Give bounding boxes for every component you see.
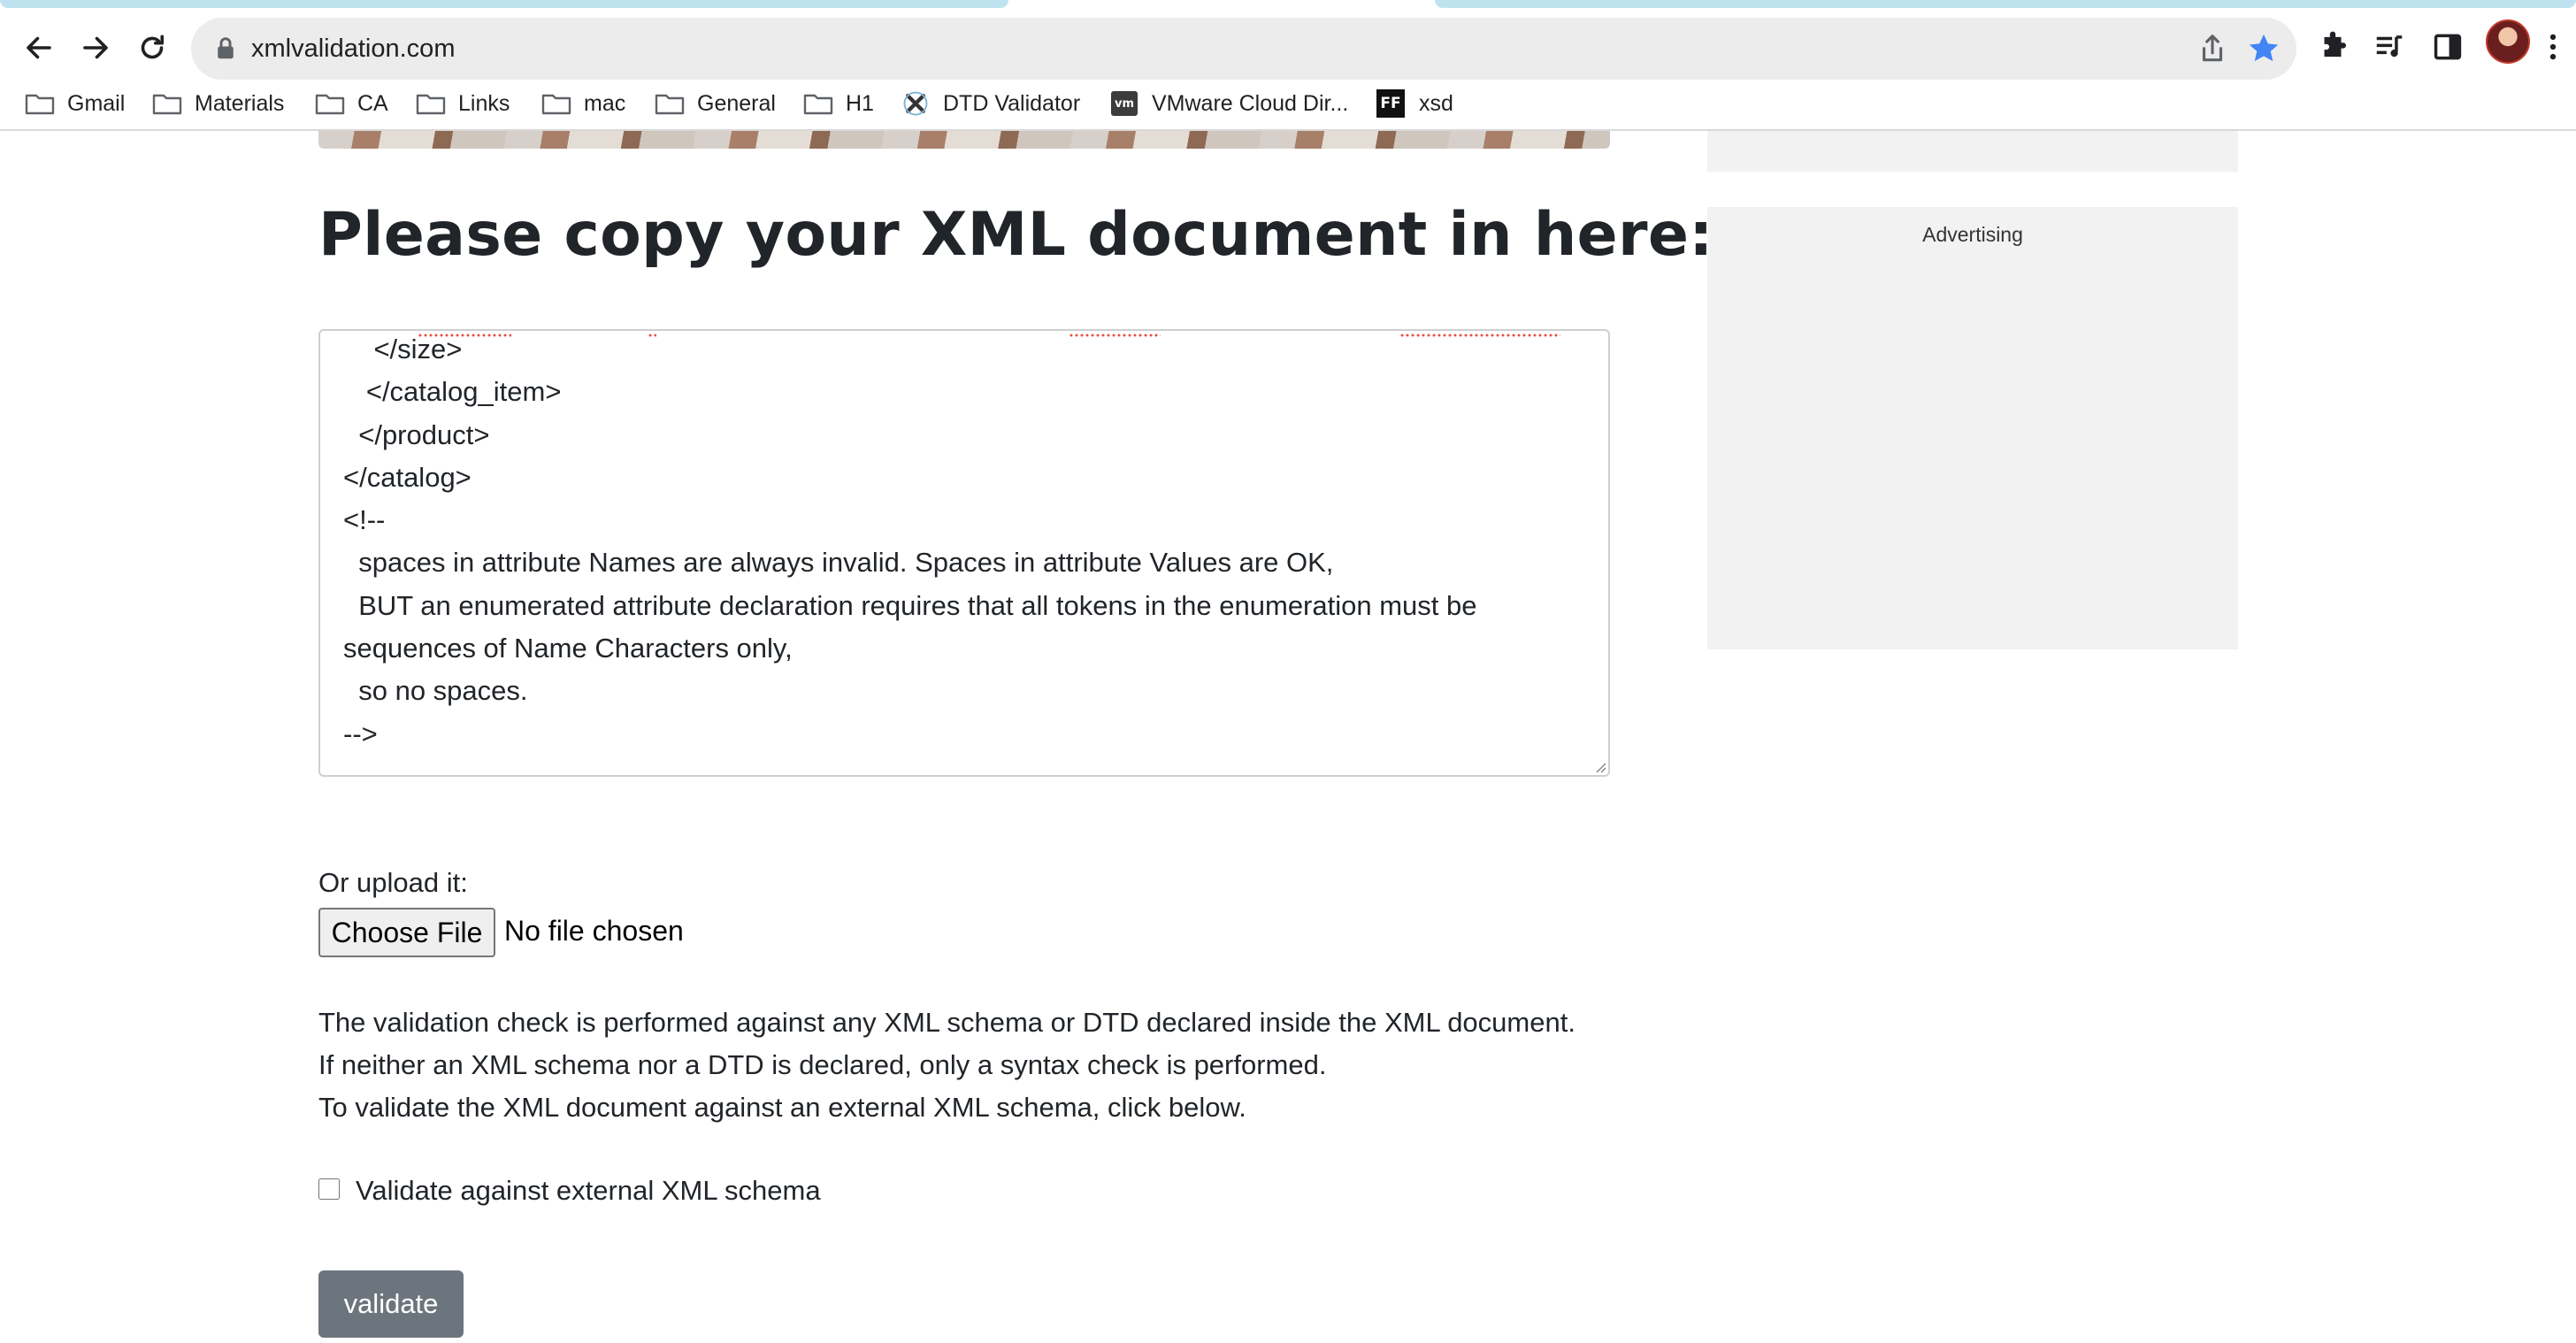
side-panel-icon xyxy=(2434,34,2462,60)
bookmarks-bar: Gmail Materials CA Links mac General H1 xyxy=(0,80,2576,129)
folder-icon xyxy=(655,94,685,115)
bookmark-label: Links xyxy=(458,90,510,116)
address-bar[interactable]: xmlvalidation.com xyxy=(191,18,2296,80)
xml-line: </catalog> xyxy=(343,461,472,493)
bookmark-h1[interactable]: H1 xyxy=(803,83,874,124)
extensions-button[interactable] xyxy=(2307,21,2358,73)
xml-line: spaces in attribute Names are always inv… xyxy=(343,547,1334,579)
browser-chrome: xmlvalidation.com Gmail Materials CA Lin… xyxy=(0,0,2576,131)
dtd-validator-favicon-icon xyxy=(903,91,928,116)
lock-icon xyxy=(218,37,234,59)
vmware-favicon-icon: vm xyxy=(1111,91,1138,116)
reload-button[interactable] xyxy=(124,19,180,76)
kebab-menu-icon xyxy=(2549,34,2557,60)
folder-icon xyxy=(416,94,446,115)
resize-handle-icon[interactable] xyxy=(1592,759,1606,773)
bookmark-ca[interactable]: CA xyxy=(315,83,388,124)
media-control-button[interactable] xyxy=(2364,21,2415,73)
sidebar-box xyxy=(1707,131,2238,172)
folder-icon xyxy=(152,94,182,115)
xml-line: --> xyxy=(343,718,378,749)
file-status-text: No file chosen xyxy=(504,915,684,947)
info-line: The validation check is performed agains… xyxy=(318,1007,1576,1038)
external-schema-checkbox[interactable] xyxy=(318,1178,340,1200)
folder-icon xyxy=(803,94,833,115)
bookmark-xsd[interactable]: FF xsd xyxy=(1376,83,1453,124)
header-banner-image xyxy=(318,131,1610,149)
profile-avatar[interactable] xyxy=(2486,19,2530,64)
xml-line: so no spaces. xyxy=(343,675,528,707)
bookmark-mac[interactable]: mac xyxy=(541,83,625,124)
info-line: If neither an XML schema nor a DTD is de… xyxy=(318,1049,1327,1080)
bookmark-label: xsd xyxy=(1419,90,1453,116)
xml-input-textarea[interactable]: </size> </catalog_item> </product> </cata… xyxy=(318,329,1610,777)
bookmark-label: Materials xyxy=(195,90,285,116)
bookmark-links[interactable]: Links xyxy=(416,83,510,124)
bookmark-dtd-validator[interactable]: DTD Validator xyxy=(902,83,1080,124)
ff-favicon-icon: FF xyxy=(1376,89,1405,118)
share-icon[interactable] xyxy=(2196,32,2229,65)
puzzle-icon xyxy=(2324,31,2347,58)
bookmark-label: General xyxy=(697,90,776,116)
bookmark-label: H1 xyxy=(846,90,874,116)
tab-strip-right xyxy=(1435,0,2576,8)
arrow-left-icon xyxy=(27,36,51,59)
arrow-right-icon xyxy=(83,36,108,59)
reload-icon xyxy=(141,35,165,59)
xml-line: </product> xyxy=(343,418,490,450)
page-title: Please copy your XML document in here: xyxy=(318,200,1714,270)
bookmark-gmail[interactable]: Gmail xyxy=(25,83,125,124)
xml-line: sequences of Name Characters only, xyxy=(343,633,793,664)
forward-button[interactable] xyxy=(67,19,124,76)
bookmark-label: mac xyxy=(584,90,626,116)
bookmark-label: Gmail xyxy=(67,90,126,116)
upload-label: Or upload it: xyxy=(318,867,468,898)
bookmark-vmware-cloud-director[interactable]: vm VMware Cloud Dir... xyxy=(1111,83,1348,124)
browser-menu-button[interactable] xyxy=(2535,21,2571,73)
url-text: xmlvalidation.com xyxy=(251,35,456,63)
xml-text-lines: </size> </catalog_item> </product> </cata… xyxy=(343,331,1477,756)
bookmark-label: CA xyxy=(357,90,388,116)
bookmark-general[interactable]: General xyxy=(655,83,776,124)
bookmark-star-icon[interactable] xyxy=(2245,30,2282,67)
validate-button[interactable]: validate xyxy=(318,1270,464,1338)
xml-line: BUT an enumerated attribute declaration … xyxy=(343,589,1477,621)
folder-icon xyxy=(315,94,345,115)
xml-line: </size> xyxy=(343,334,463,365)
choose-file-button[interactable]: Choose File xyxy=(318,908,495,957)
bookmark-label: DTD Validator xyxy=(943,90,1081,116)
advertising-label: Advertising xyxy=(1922,223,2023,246)
external-schema-label[interactable]: Validate against external XML schema xyxy=(356,1175,821,1207)
info-line: To validate the XML document against an … xyxy=(318,1092,1246,1123)
side-panel-button[interactable] xyxy=(2422,21,2473,73)
bookmark-label: VMware Cloud Dir... xyxy=(1152,90,1349,116)
validation-info: The validation check is performed agains… xyxy=(318,1001,1610,1129)
xml-line: <!-- xyxy=(343,504,386,536)
bookmark-materials[interactable]: Materials xyxy=(152,83,284,124)
tab-strip-left xyxy=(0,0,1008,8)
playlist-icon xyxy=(2376,35,2403,58)
back-button[interactable] xyxy=(11,19,67,76)
folder-icon xyxy=(541,94,571,115)
advertising-box: Advertising xyxy=(1707,207,2238,649)
folder-icon xyxy=(25,94,55,115)
xml-line: </catalog_item> xyxy=(343,376,562,408)
